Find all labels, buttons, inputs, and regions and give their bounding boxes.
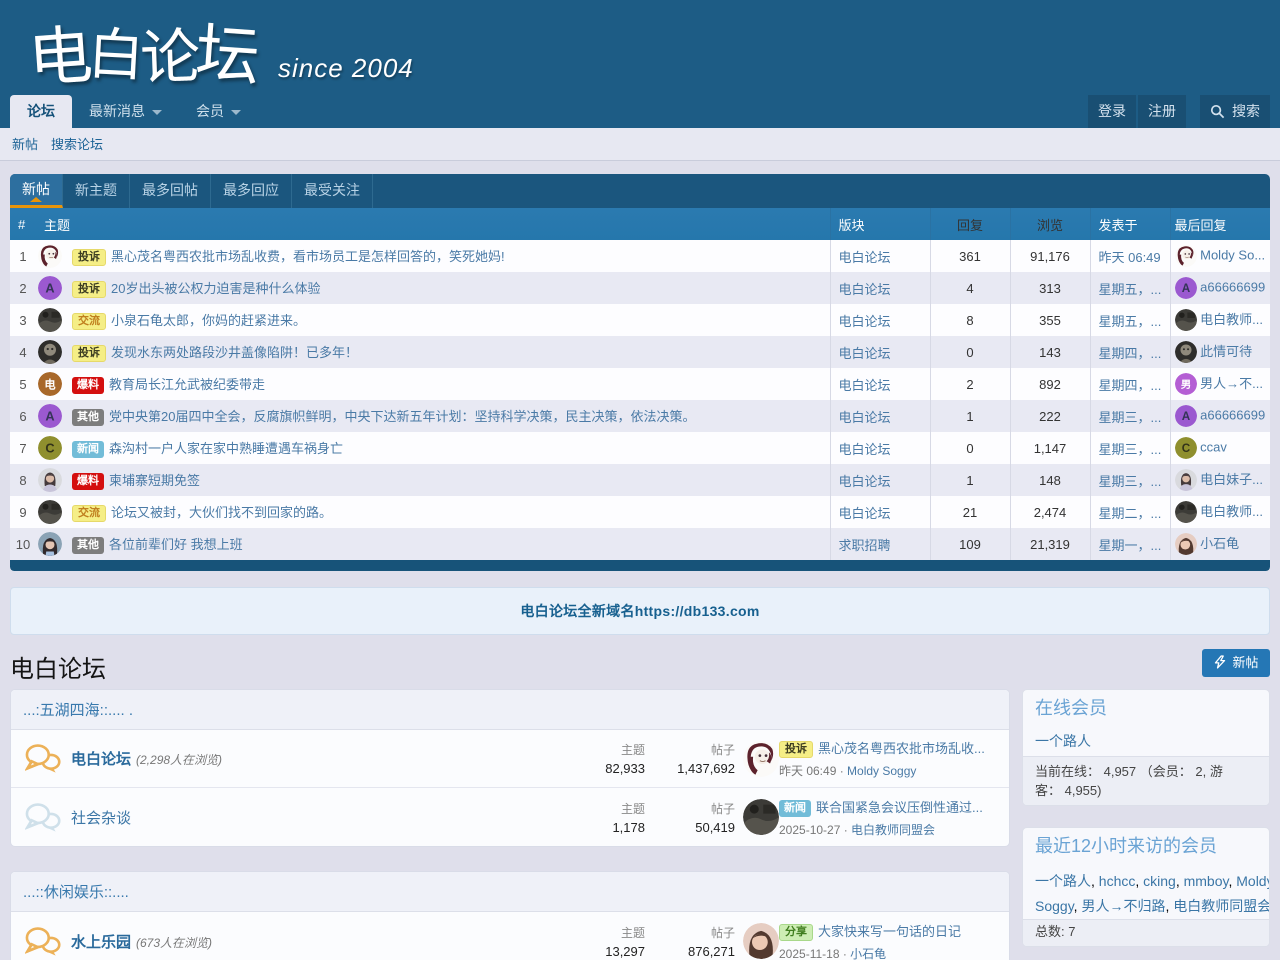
svg-text:电: 电	[44, 378, 56, 392]
svg-text:C: C	[45, 441, 54, 456]
svg-text:A: A	[1181, 282, 1190, 295]
svg-text:A: A	[45, 409, 54, 424]
svg-text:C: C	[1181, 442, 1190, 455]
svg-text:男: 男	[1180, 379, 1190, 391]
svg-text:A: A	[1181, 410, 1190, 423]
svg-text:A: A	[45, 281, 54, 296]
